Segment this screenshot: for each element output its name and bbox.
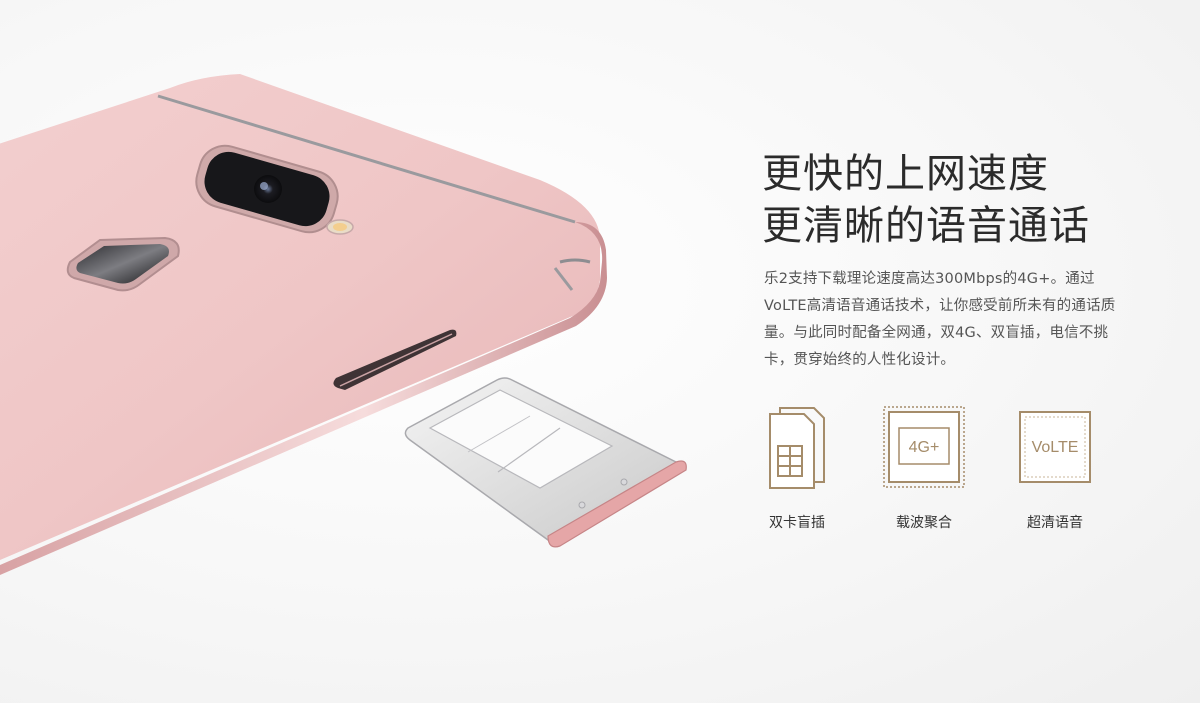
volte-icon: VoLTE bbox=[1019, 411, 1091, 483]
carrier-aggregation-4g-icon: 4G+ bbox=[883, 406, 965, 488]
sim-tray bbox=[404, 377, 687, 548]
feature-volte: VoLTE 超清语音 bbox=[1010, 402, 1100, 532]
feature-dual-sim: 双卡盲插 bbox=[752, 402, 842, 532]
flash bbox=[326, 219, 354, 235]
feature-carrier-aggregation: 4G+ 载波聚合 bbox=[879, 402, 969, 532]
feature-label-dual-sim: 双卡盲插 bbox=[769, 515, 825, 531]
phone-illustration bbox=[0, 74, 687, 575]
product-feature-page: 更快的上网速度 更清晰的语音通话 乐2支持下载理论速度高达300Mbps的4G+… bbox=[0, 0, 1200, 703]
title-line-2: 更清晰的语音通话 bbox=[762, 203, 1090, 249]
page-title: 更快的上网速度 更清晰的语音通话 bbox=[762, 148, 1090, 252]
feature-label-carrier-aggregation: 载波聚合 bbox=[896, 515, 952, 531]
dual-sim-icon bbox=[769, 407, 825, 489]
icon-text-4g: 4G+ bbox=[909, 439, 940, 456]
feature-label-volte: 超清语音 bbox=[1027, 515, 1083, 531]
title-line-1: 更快的上网速度 bbox=[762, 151, 1049, 197]
icon-text-volte: VoLTE bbox=[1032, 439, 1079, 456]
feature-description: 乐2支持下载理论速度高达300Mbps的4G+。通过VoLTE高清语音通话技术，… bbox=[764, 271, 1116, 368]
camera-lens bbox=[254, 175, 282, 203]
